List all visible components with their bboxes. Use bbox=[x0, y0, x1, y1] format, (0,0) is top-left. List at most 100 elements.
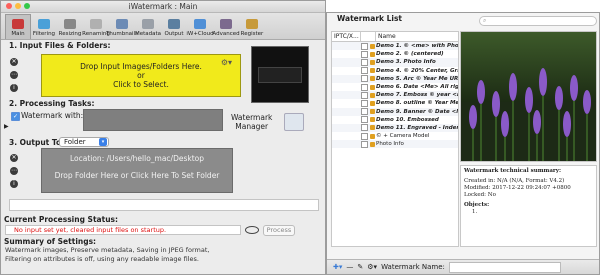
table-row[interactable]: Demo 9. Banner © Date <Me> All r bbox=[332, 107, 458, 116]
status-message: No input set yet, cleared input files on… bbox=[14, 226, 167, 234]
remove-output-icon[interactable]: ✕ bbox=[10, 154, 18, 162]
toolbar-metadata-button[interactable]: Metadata bbox=[135, 14, 161, 39]
row-name: Demo 7. Emboss © year <me> Cen bbox=[376, 92, 458, 99]
row-name: Demo 4. © 20% Center, Graphic, O bbox=[376, 67, 458, 74]
toolbar-thumbnails-button[interactable]: Thumbnails bbox=[106, 14, 138, 39]
drop-zone-line-3: Click to Select. bbox=[113, 80, 169, 89]
input-info-icon[interactable]: i bbox=[10, 84, 18, 92]
lavender-photo-illustration bbox=[469, 68, 591, 161]
browse-input-icon[interactable]: ⋯ bbox=[10, 71, 18, 79]
toolbar-output-button[interactable]: Output bbox=[161, 14, 187, 39]
row-checkbox[interactable] bbox=[361, 83, 368, 91]
row-flags-cell bbox=[361, 75, 376, 83]
drop-settings-gear-icon[interactable]: ⚙▾ bbox=[221, 58, 232, 67]
row-checkbox[interactable] bbox=[361, 67, 368, 75]
search-field[interactable]: ⌕ bbox=[479, 16, 597, 26]
toolbar-resizing-button[interactable]: Resizing bbox=[57, 14, 83, 39]
row-checkbox[interactable] bbox=[361, 132, 368, 140]
row-name: Demo 10. Embossed bbox=[376, 116, 439, 123]
rename-icon bbox=[90, 19, 102, 29]
table-row[interactable]: Demo 1. © <me> with Photo Info b bbox=[332, 42, 458, 51]
watermark-manager-line-2: Manager bbox=[235, 122, 269, 131]
main-titlebar: iWatermark : Main bbox=[1, 1, 325, 13]
input-drop-zone[interactable]: Drop Input Images/Folders Here. or Click… bbox=[41, 54, 241, 97]
lock-icon bbox=[370, 117, 375, 123]
lock-icon bbox=[370, 109, 375, 115]
column-flags[interactable] bbox=[361, 32, 376, 41]
row-flags-cell bbox=[361, 83, 376, 91]
table-row[interactable]: Demo 10. Embossed bbox=[332, 116, 458, 124]
register-key-icon bbox=[246, 19, 258, 29]
watermark-with-checkbox[interactable]: ✓ bbox=[11, 112, 20, 121]
watermark-name-field[interactable] bbox=[448, 261, 561, 273]
remove-input-icon[interactable]: ✕ bbox=[10, 58, 18, 66]
filter-icon bbox=[38, 19, 50, 29]
row-checkbox[interactable] bbox=[361, 124, 368, 132]
table-row[interactable]: Demo 2. © (centered) bbox=[332, 50, 458, 58]
toolbar-iw-cloud-button[interactable]: iW+Cloud bbox=[186, 14, 214, 39]
watermark-manager-icon[interactable] bbox=[284, 113, 304, 131]
lock-icon bbox=[370, 51, 375, 57]
column-iptc[interactable]: IPTC/X... bbox=[332, 32, 361, 41]
table-header: IPTC/X... Name bbox=[332, 32, 458, 42]
watermark-manager-label[interactable]: Watermark Manager bbox=[231, 113, 272, 131]
table-row[interactable]: Demo 7. Emboss © year <me> Cen bbox=[332, 91, 458, 100]
row-flags-cell bbox=[361, 99, 376, 107]
process-button[interactable]: Process bbox=[263, 225, 295, 236]
toolbar-label: Resizing bbox=[58, 31, 82, 37]
row-checkbox[interactable] bbox=[361, 91, 368, 99]
toolbar-main-button[interactable]: Main bbox=[5, 14, 31, 39]
row-flags-cell bbox=[361, 124, 376, 132]
add-watermark-icon[interactable]: ✚▾ bbox=[333, 263, 342, 271]
edit-watermark-icon[interactable]: ✎ bbox=[357, 263, 363, 271]
toolbar-advanced-button[interactable]: Advanced bbox=[212, 14, 240, 39]
toolbar-label: Filtering bbox=[32, 31, 56, 37]
actions-gear-icon[interactable]: ⚙▾ bbox=[367, 263, 377, 271]
tech-objects-heading: Objects: bbox=[464, 202, 490, 208]
toolbar-label: Output bbox=[164, 31, 184, 37]
lock-icon bbox=[370, 59, 375, 65]
row-checkbox[interactable] bbox=[361, 75, 368, 83]
row-checkbox[interactable] bbox=[361, 42, 368, 50]
table-row[interactable]: Demo 8. outline © Year Me URL Ce bbox=[332, 99, 458, 107]
row-flags-cell bbox=[361, 108, 376, 116]
row-checkbox[interactable] bbox=[361, 108, 368, 116]
output-info-icon[interactable]: i bbox=[10, 180, 18, 188]
row-name: Photo Info bbox=[376, 141, 404, 148]
lock-icon bbox=[370, 100, 375, 106]
toolbar-label: Metadata bbox=[134, 31, 162, 37]
row-checkbox[interactable] bbox=[361, 116, 368, 124]
preview-eye-icon[interactable] bbox=[245, 226, 259, 234]
row-checkbox[interactable] bbox=[361, 140, 368, 148]
watermark-list-window: Watermark List ⌕ IPTC/X... Name Demo 1. … bbox=[326, 12, 600, 275]
table-row[interactable]: © + Camera Model bbox=[332, 132, 458, 140]
output-type-select[interactable]: Folder ▾ bbox=[59, 137, 109, 147]
row-name: Demo 3. Photo Info bbox=[376, 59, 436, 66]
toolbar-filtering-button[interactable]: Filtering bbox=[31, 14, 57, 39]
row-checkbox[interactable] bbox=[361, 58, 368, 66]
lock-icon bbox=[370, 125, 375, 131]
table-row[interactable]: Demo 11. Engraved - Indented bbox=[332, 123, 458, 133]
table-row[interactable]: Demo 5. Arc © Year Me URL bbox=[332, 74, 458, 83]
table-row[interactable]: Demo 3. Photo Info bbox=[332, 58, 458, 67]
disclosure-triangle-icon[interactable]: ▶ bbox=[4, 123, 9, 130]
row-checkbox[interactable] bbox=[361, 50, 368, 58]
browse-output-icon[interactable]: ⋯ bbox=[10, 167, 18, 175]
column-name[interactable]: Name bbox=[376, 32, 458, 41]
table-row[interactable]: Photo Info bbox=[332, 140, 458, 149]
summary-heading: Summary of Settings: bbox=[4, 237, 97, 246]
row-flags-cell bbox=[361, 140, 376, 148]
toolbar-label: Main bbox=[11, 31, 25, 37]
output-drop-zone[interactable]: Location: /Users/hello_mac/Desktop Drop … bbox=[41, 148, 233, 193]
toolbar-register-button[interactable]: Register bbox=[239, 14, 265, 39]
technical-summary-panel: Watermark technical summary: Created in:… bbox=[460, 165, 597, 247]
remove-watermark-icon[interactable]: — bbox=[346, 263, 353, 271]
table-row[interactable]: Demo 4. © 20% Center, Graphic, O bbox=[332, 67, 458, 75]
lock-icon bbox=[370, 76, 375, 82]
watermark-selection-box[interactable] bbox=[83, 109, 223, 131]
row-name: Demo 8. outline © Year Me URL Ce bbox=[376, 100, 458, 107]
watermark-table: IPTC/X... Name Demo 1. © <me> with Photo… bbox=[331, 31, 459, 247]
row-checkbox[interactable] bbox=[361, 99, 368, 107]
table-row[interactable]: Demo 6. Date <Me> All rights res bbox=[332, 83, 458, 91]
row-name: Demo 9. Banner © Date <Me> All r bbox=[376, 108, 458, 115]
